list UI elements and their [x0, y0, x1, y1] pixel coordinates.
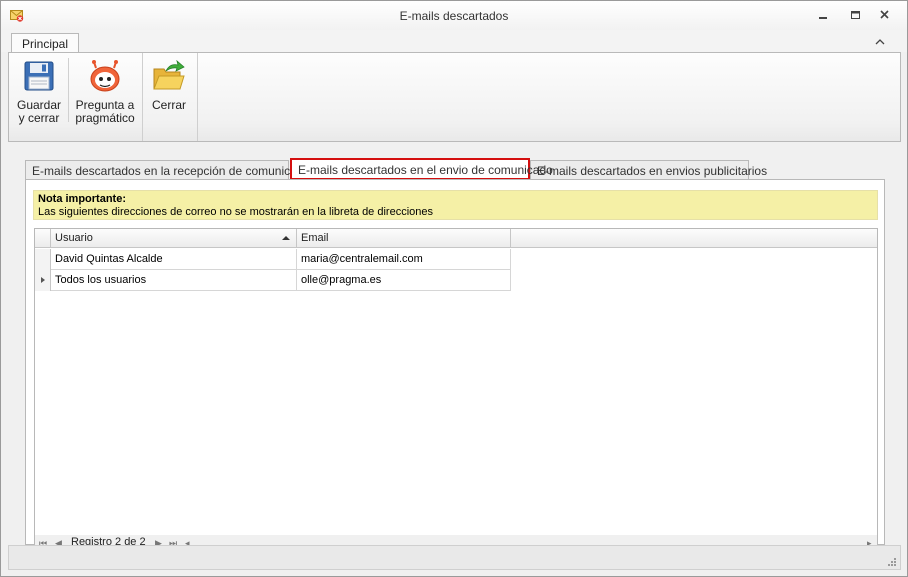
cell-usuario[interactable]: Todos los usuarios — [51, 270, 297, 291]
column-header-email[interactable]: Email — [297, 229, 511, 248]
ribbon-group-divider — [142, 53, 143, 141]
table-row[interactable]: David Quintas Alcalde maria@centralemail… — [35, 249, 511, 270]
ask-pragmatico-button[interactable]: Pregunta a pragmático — [71, 55, 139, 127]
sort-ascending-icon — [282, 236, 290, 240]
close-button[interactable]: Cerrar — [146, 55, 192, 127]
tab-publicitarios[interactable]: E-mails descartados en envios publicitar… — [530, 160, 767, 180]
save-label-line2: y cerrar — [18, 111, 60, 125]
open-folder-arrow-icon — [153, 59, 185, 90]
close-window-button[interactable] — [874, 7, 896, 25]
ribbon-tab-principal[interactable]: Principal — [11, 33, 80, 54]
maximize-button[interactable] — [845, 7, 867, 25]
ribbon-tab-strip: Principal — [1, 30, 907, 54]
tab-recepcion[interactable]: E-mails descartados en la recepción de c… — [25, 160, 316, 180]
table-row[interactable]: Todos los usuarios olle@pragma.es — [35, 270, 511, 291]
column-header-label: Email — [301, 232, 329, 244]
emails-grid: Usuario Email David Quintas Alcalde mari… — [34, 228, 878, 547]
ask-label-line2: pragmático — [75, 111, 135, 125]
important-note: Nota importante: Las siguientes direccio… — [33, 190, 878, 220]
cell-email[interactable]: olle@pragma.es — [297, 270, 511, 291]
window-title: E-mails descartados — [399, 9, 509, 23]
column-header-usuario[interactable]: Usuario — [51, 229, 297, 248]
restore-icon — [851, 11, 860, 19]
chevron-up-icon[interactable] — [873, 36, 887, 48]
ribbon-panel: Guardar y cerrar Pregunta a pragmático C… — [8, 52, 901, 142]
row-indicator[interactable] — [35, 249, 51, 270]
title-bar: E-mails descartados — [1, 1, 907, 30]
close-label: Cerrar — [151, 98, 186, 112]
tab-envio[interactable]: E-mails descartados en el envio de comun… — [290, 158, 553, 180]
grid-header: Usuario Email — [35, 229, 877, 248]
content-area: E-mails descartados en la recepción de c… — [8, 142, 901, 547]
close-icon — [880, 10, 889, 19]
floppy-disk-icon — [24, 61, 54, 91]
status-bar — [8, 545, 901, 570]
robot-icon — [90, 60, 120, 92]
minimize-icon — [819, 17, 827, 19]
row-indicator[interactable] — [35, 270, 51, 291]
resize-grip-icon[interactable] — [886, 556, 896, 566]
note-text: Las siguientes direcciones de correo no … — [38, 206, 433, 218]
ribbon-separator — [68, 58, 69, 122]
column-header-label: Usuario — [55, 232, 93, 244]
row-indicator-header — [35, 229, 51, 248]
cell-email[interactable]: maria@centralemail.com — [297, 249, 511, 270]
current-row-icon — [41, 277, 45, 283]
cell-usuario[interactable]: David Quintas Alcalde — [51, 249, 297, 270]
note-title: Nota importante: — [38, 193, 126, 205]
main-window: E-mails descartados Principal Guardar y … — [0, 0, 908, 577]
save-and-close-button[interactable]: Guardar y cerrar — [12, 55, 66, 127]
tab-panel: Nota importante: Las siguientes direccio… — [25, 179, 885, 547]
minimize-button[interactable] — [813, 7, 835, 25]
ribbon-group-divider — [197, 53, 198, 141]
